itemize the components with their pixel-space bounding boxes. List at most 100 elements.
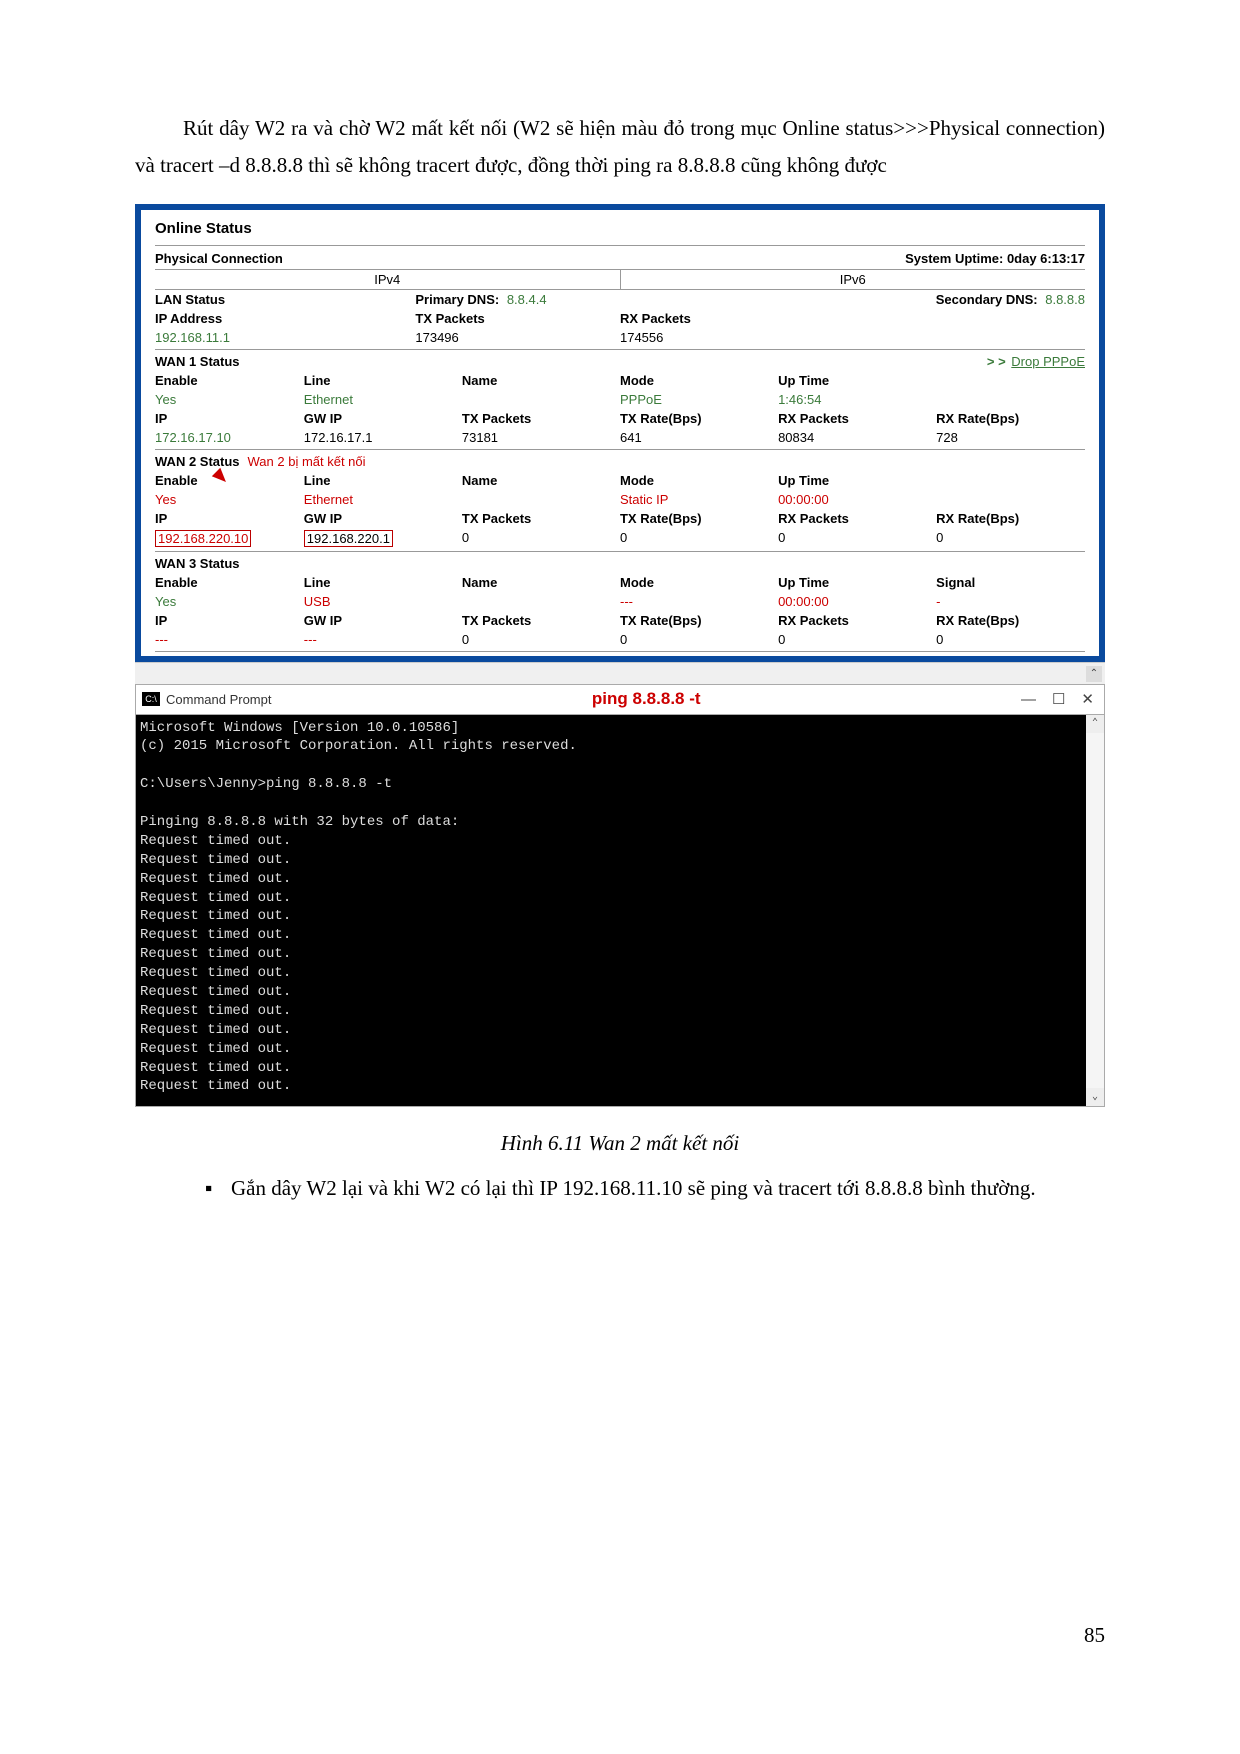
lan-ip-header: IP Address: [155, 311, 415, 326]
wan1-title: WAN 1 Status: [155, 354, 987, 369]
figure-caption: Hình 6.11 Wan 2 mất kết nối: [135, 1131, 1105, 1156]
wan2-h-tx: TX Packets: [462, 511, 620, 526]
physical-connection-label: Physical Connection: [155, 251, 546, 266]
router-status-panel: Online Status Physical Connection System…: [135, 204, 1105, 662]
wan3-h-tx: TX Packets: [462, 613, 620, 628]
wan3-h-up: Up Time: [778, 575, 936, 590]
wan3-h-txr: TX Rate(Bps): [620, 613, 778, 628]
figure-wrap: Online Status Physical Connection System…: [135, 204, 1105, 1108]
wan3-v-ip: ---: [155, 632, 304, 647]
lan-tx-header: TX Packets: [415, 311, 620, 326]
wan2-h-name: Name: [462, 473, 620, 488]
wan1-h-rxr: RX Rate(Bps): [936, 411, 1085, 426]
wan2-h-line: Line: [304, 473, 462, 488]
wan1-v-line: Ethernet: [304, 392, 462, 407]
primary-dns-value: 8.8.4.4: [507, 292, 547, 307]
page-number: 85: [1084, 1623, 1105, 1648]
wan1-h-up: Up Time: [778, 373, 936, 388]
wan2-v-txr: 0: [620, 530, 778, 547]
lan-status-label: LAN Status: [155, 292, 415, 307]
tab-ipv6[interactable]: IPv6: [621, 270, 1086, 289]
bullet-paragraph: ▪ Gắn dây W2 lại và khi W2 có lại thì IP…: [205, 1170, 1105, 1207]
wan1-h-mode: Mode: [620, 373, 778, 388]
wan2-v-rx: 0: [778, 530, 936, 547]
primary-dns-label: Primary DNS:: [415, 292, 499, 307]
cmd-scroll-down-icon[interactable]: ⌄: [1086, 1088, 1104, 1106]
wan3-v-rxr: 0: [936, 632, 1085, 647]
minimize-button[interactable]: —: [1021, 691, 1036, 708]
secondary-dns-label: Secondary DNS:: [936, 292, 1038, 307]
wan2-h-rxr: RX Rate(Bps): [936, 511, 1085, 526]
wan1-h-line: Line: [304, 373, 462, 388]
wan1-v-txr: 641: [620, 430, 778, 445]
bullet-text: Gắn dây W2 lại và khi W2 có lại thì IP 1…: [231, 1170, 1105, 1207]
wan3-h-mode: Mode: [620, 575, 778, 590]
wan3-v-line: USB: [304, 594, 462, 609]
wan2-v-up: 00:00:00: [778, 492, 936, 507]
lan-tx-value: 173496: [415, 330, 620, 345]
wan2-v-tx: 0: [462, 530, 620, 547]
wan1-v-ip: 172.16.17.10: [155, 430, 304, 445]
wan3-title: WAN 3 Status: [155, 554, 1085, 573]
wan2-h-gw: GW IP: [304, 511, 462, 526]
wan2-v-name: [462, 492, 620, 507]
wan2-v-gw: 192.168.220.1: [304, 530, 393, 547]
online-status-title: Online Status: [155, 216, 1085, 243]
wan2-v-line: Ethernet: [304, 492, 462, 507]
wan2-v-ip: 192.168.220.10: [155, 530, 251, 547]
system-uptime: System Uptime: 0day 6:13:17: [546, 251, 1085, 266]
wan1-v-tx: 73181: [462, 430, 620, 445]
cmd-titlebar[interactable]: C:\ Command Prompt ping 8.8.8.8 -t — ☐ ✕: [136, 685, 1104, 715]
wan2-h-up: Up Time: [778, 473, 936, 488]
scroll-up-icon[interactable]: ⌃: [1086, 666, 1102, 682]
wan3-v-name: [462, 594, 620, 609]
drop-pppoe-link[interactable]: Drop PPPoE: [1011, 354, 1085, 369]
cmd-scrollbar[interactable]: ⌃⌄: [1086, 715, 1104, 1107]
wan1-v-rxr: 728: [936, 430, 1085, 445]
wan3-h-sig: Signal: [936, 575, 1085, 590]
wan1-h-tx: TX Packets: [462, 411, 620, 426]
bullet-square-icon: ▪: [205, 1170, 231, 1207]
paragraph-intro: Rút dây W2 ra và chờ W2 mất kết nối (W2 …: [135, 110, 1105, 184]
wan1-h-ip: IP: [155, 411, 304, 426]
wan3-h-gw: GW IP: [304, 613, 462, 628]
browser-scroll-track[interactable]: ⌃: [135, 662, 1105, 684]
wan1-v-name: [462, 392, 620, 407]
wan2-h-ip: IP: [155, 511, 304, 526]
wan3-v-txr: 0: [620, 632, 778, 647]
wan3-h-rx: RX Packets: [778, 613, 936, 628]
lan-rx-value: 174556: [620, 330, 825, 345]
wan3-v-rx: 0: [778, 632, 936, 647]
drop-prefix-icon: > >: [987, 354, 1006, 369]
close-button[interactable]: ✕: [1081, 690, 1094, 708]
wan2-annotation: Wan 2 bị mất kết nối: [248, 454, 366, 469]
cmd-icon: C:\: [142, 692, 160, 706]
wan1-h-enable: Enable: [155, 373, 304, 388]
wan3-v-up: 00:00:00: [778, 594, 936, 609]
wan1-h-txr: TX Rate(Bps): [620, 411, 778, 426]
cmd-title-label: Command Prompt: [166, 692, 271, 707]
wan1-h-gw: GW IP: [304, 411, 462, 426]
wan1-v-rx: 80834: [778, 430, 936, 445]
wan1-h-name: Name: [462, 373, 620, 388]
wan3-h-line: Line: [304, 575, 462, 590]
wan2-v-mode: Static IP: [620, 492, 778, 507]
wan1-h-rx: RX Packets: [778, 411, 936, 426]
wan2-h-mode: Mode: [620, 473, 778, 488]
cmd-scroll-up-icon[interactable]: ⌃: [1086, 715, 1104, 733]
wan3-h-rxr: RX Rate(Bps): [936, 613, 1085, 628]
wan2-h-txr: TX Rate(Bps): [620, 511, 778, 526]
wan1-v-gw: 172.16.17.1: [304, 430, 462, 445]
wan3-v-tx: 0: [462, 632, 620, 647]
tab-ipv4[interactable]: IPv4: [155, 270, 621, 289]
wan3-v-enable: Yes: [155, 594, 304, 609]
lan-ip-value: 192.168.11.1: [155, 330, 415, 345]
lan-rx-header: RX Packets: [620, 311, 825, 326]
wan1-v-up: 1:46:54: [778, 392, 936, 407]
wan3-h-ip: IP: [155, 613, 304, 628]
wan3-h-name: Name: [462, 575, 620, 590]
maximize-button[interactable]: ☐: [1052, 690, 1065, 708]
wan1-v-enable: Yes: [155, 392, 304, 407]
wan3-v-mode: ---: [620, 594, 778, 609]
command-prompt-window: C:\ Command Prompt ping 8.8.8.8 -t — ☐ ✕…: [135, 684, 1105, 1108]
